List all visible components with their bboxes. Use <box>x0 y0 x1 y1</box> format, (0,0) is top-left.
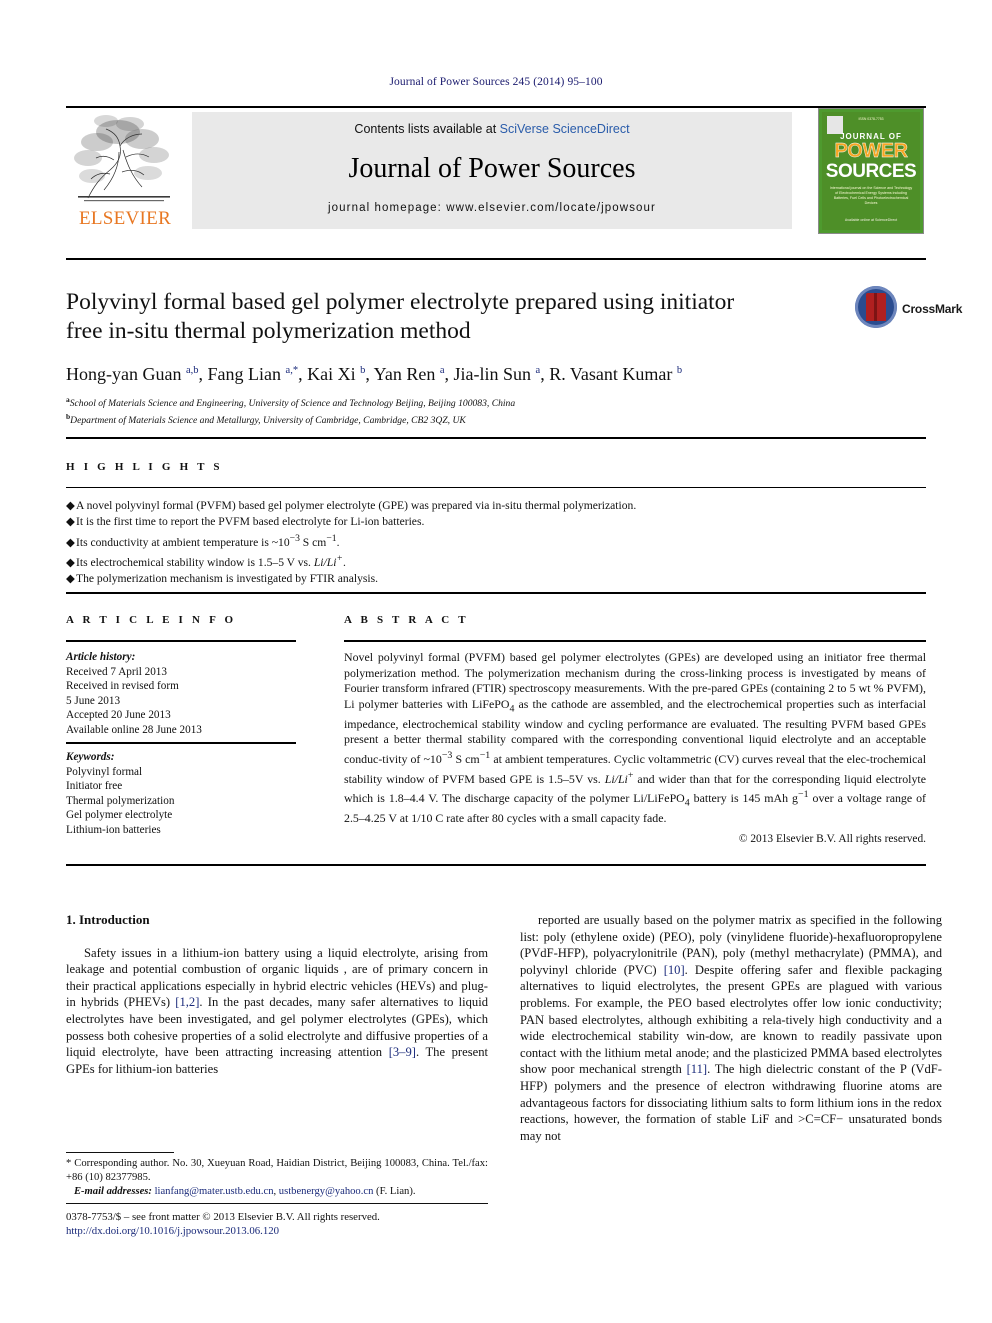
footnote-text: * Corresponding author. No. 30, Xueyuan … <box>66 1158 488 1184</box>
cover-top-text: ISSN 0378-7753 <box>858 117 884 121</box>
author-list: Hong-yan Guan a,b, Fang Lian a,*, Kai Xi… <box>66 364 683 384</box>
body-column-left: 1. Introduction Safety issues in a lithi… <box>66 912 488 1077</box>
banner-top-rule <box>66 106 926 108</box>
keywords-rule <box>66 742 296 744</box>
affiliation-text-a: School of Materials Science and Engineer… <box>69 398 516 410</box>
article-history: Article history: Received 7 April 2013 R… <box>66 650 298 738</box>
cover-blurb: International journal on the Science and… <box>829 186 913 205</box>
history-line: Received 7 April 2013 <box>66 665 167 678</box>
paper-page: Journal of Power Sources 245 (2014) 95–1… <box>0 0 992 1323</box>
highlights-bottom-rule <box>66 592 926 594</box>
body-column-right: reported are usually based on the polyme… <box>520 912 942 1144</box>
highlight-item: ◆The polymerization mechanism is investi… <box>66 571 926 587</box>
highlights-rule <box>66 487 926 488</box>
body-paragraph: Safety issues in a lithium-ion battery u… <box>66 945 489 1076</box>
crossmark-icon <box>855 286 897 328</box>
abstract-rule <box>344 640 926 642</box>
journal-title: Journal of Power Sources <box>348 153 636 184</box>
footer-rule <box>66 1203 488 1204</box>
page-title: Polyvinyl formal based gel polymer elect… <box>66 289 735 344</box>
highlight-text: It is the first time to report the PVFM … <box>76 515 425 529</box>
article-info-rule <box>66 640 296 642</box>
keyword-item: Initiator free <box>66 780 123 793</box>
affiliations: aSchool of Materials Science and Enginee… <box>66 394 926 427</box>
highlight-text: Its conductivity at ambient temperature … <box>76 532 340 549</box>
keywords-label: Keywords: <box>66 751 115 763</box>
keywords-block: Keywords: Polyvinyl formal Initiator fre… <box>66 750 298 838</box>
affiliation-text-b: Department of Materials Science and Meta… <box>70 414 466 426</box>
title-separator-rule <box>66 258 926 260</box>
article-history-label: Article history: <box>66 651 136 663</box>
email-label: E-mail addresses: <box>73 1186 152 1198</box>
email-addresses[interactable]: lianfang@mater.ustb.edu.cn, ustbenergy@y… <box>155 1186 416 1197</box>
contents-box: Contents lists available at SciVerse Sci… <box>192 112 792 229</box>
history-line: 5 June 2013 <box>66 694 121 707</box>
highlight-text: Its electrochemical stability window is … <box>76 553 346 569</box>
section-heading-introduction: 1. Introduction <box>66 912 150 927</box>
keyword-item: Gel polymer electrolyte <box>66 809 173 822</box>
bullet-icon: ◆ <box>66 499 75 512</box>
cover-line2: POWER <box>834 140 908 162</box>
authors-separator-rule <box>66 437 926 439</box>
affiliation-b: bDepartment of Materials Science and Met… <box>66 411 926 428</box>
journal-cover-thumbnail: ISSN 0378-7753 JOURNAL OF POWER SOURCES … <box>818 108 924 234</box>
history-line: Available online 28 June 2013 <box>66 723 202 736</box>
contents-line: Contents lists available at SciVerse Sci… <box>192 122 792 136</box>
journal-homepage[interactable]: journal homepage: www.elsevier.com/locat… <box>192 202 792 214</box>
abstract-heading: A B S T R A C T <box>344 614 469 626</box>
doi-link[interactable]: http://dx.doi.org/10.1016/j.jpowsour.201… <box>66 1224 566 1238</box>
highlight-text: A novel polyvinyl formal (PVFM) based ge… <box>76 499 637 512</box>
elsevier-logo: ELSEVIER <box>66 112 184 230</box>
highlight-text: The polymerization mechanism is investig… <box>76 572 379 586</box>
running-head: Journal of Power Sources 245 (2014) 95–1… <box>389 76 603 88</box>
crossmark-badge[interactable]: CrossMark <box>855 286 962 332</box>
highlight-item: ◆A novel polyvinyl formal (PVFM) based g… <box>66 498 926 514</box>
elsevier-tree-icon <box>70 112 178 204</box>
bullet-icon: ◆ <box>66 555 75 569</box>
body-paragraph: reported are usually based on the polyme… <box>520 913 942 1143</box>
abstract-text: Novel polyvinyl formal (PVFM) based gel … <box>344 650 927 825</box>
bullet-icon: ◆ <box>66 572 75 586</box>
cover-line3: SOURCES <box>825 161 917 182</box>
article-info-heading: A R T I C L E I N F O <box>66 614 237 626</box>
issn-copyright-line: 0378-7753/$ – see front matter © 2013 El… <box>66 1211 380 1223</box>
bullet-icon: ◆ <box>66 535 75 549</box>
history-line: Received in revised form <box>66 680 179 693</box>
highlights-heading: H I G H L I G H T S <box>66 461 223 473</box>
journal-banner: ELSEVIER Contents lists available at Sci… <box>66 106 926 234</box>
highlight-item: ◆Its electrochemical stability window is… <box>66 551 926 571</box>
cover-inner: ISSN 0378-7753 JOURNAL OF POWER SOURCES … <box>822 112 920 230</box>
footnote-rule <box>66 1152 174 1153</box>
cover-bottom-text: Available online at ScienceDirect <box>844 218 898 222</box>
abstract-copyright: © 2013 Elsevier B.V. All rights reserved… <box>738 833 926 845</box>
elsevier-wordmark: ELSEVIER <box>78 208 172 229</box>
corresponding-author-footnote: * Corresponding author. No. 30, Xueyuan … <box>66 1157 488 1200</box>
highlights-list: ◆A novel polyvinyl formal (PVFM) based g… <box>66 498 926 588</box>
contents-prefix: Contents lists available at <box>354 122 500 136</box>
highlight-item: ◆Its conductivity at ambient temperature… <box>66 531 926 551</box>
keyword-item: Lithium-ion batteries <box>66 823 161 836</box>
crossmark-label: CrossMark <box>902 302 963 316</box>
sciencedirect-link[interactable]: SciVerse ScienceDirect <box>500 122 630 136</box>
affiliation-a: aSchool of Materials Science and Enginee… <box>66 394 926 411</box>
crossmark-book-icon <box>866 293 886 321</box>
bullet-icon: ◆ <box>66 515 75 529</box>
keyword-item: Polyvinyl formal <box>66 765 143 778</box>
page-footer: 0378-7753/$ – see front matter © 2013 El… <box>66 1210 566 1238</box>
keyword-item: Thermal polymerization <box>66 794 175 807</box>
abstract-bottom-rule <box>66 864 926 866</box>
history-line: Accepted 20 June 2013 <box>66 709 171 722</box>
highlight-item: ◆It is the first time to report the PVFM… <box>66 514 926 530</box>
